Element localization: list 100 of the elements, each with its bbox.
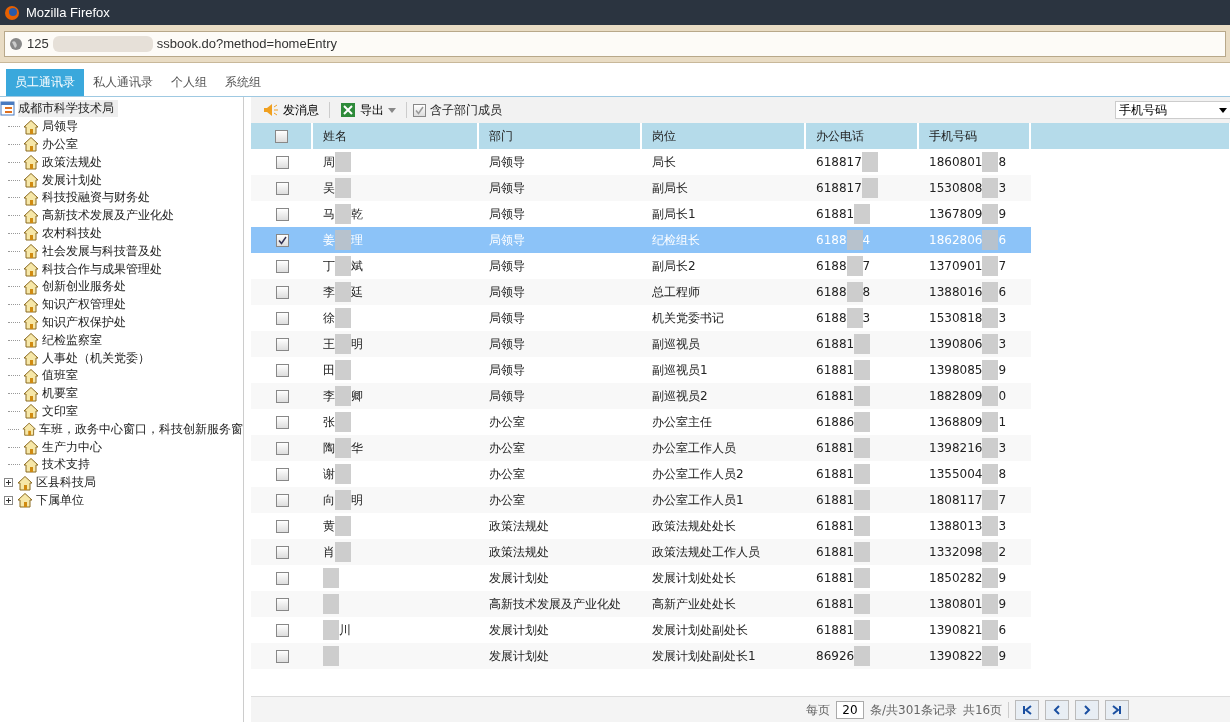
table-cell-text: 机关党委书记 [651, 309, 725, 327]
page-size-field[interactable]: 20 [836, 701, 864, 719]
tree-item[interactable]: 生产力中心 [42, 438, 102, 456]
tree-item[interactable]: 机要室 [42, 385, 78, 403]
checkbox[interactable] [275, 571, 289, 585]
next-page-button[interactable] [1075, 700, 1100, 720]
tree-item[interactable]: 政策法规处 [42, 153, 102, 171]
checkbox[interactable] [275, 493, 289, 507]
table-cell: 618817 [806, 149, 919, 175]
send-message-button[interactable]: 发消息 [259, 99, 323, 121]
table-cell-text: 办公室 [488, 465, 526, 483]
checkbox[interactable] [275, 623, 289, 637]
checkbox[interactable] [275, 389, 289, 403]
table-cell: 61881 [806, 487, 919, 513]
tree-item[interactable]: 办公室 [42, 136, 78, 153]
checkbox[interactable] [275, 519, 289, 533]
record-count: 条/共301条记录 [870, 701, 957, 719]
speaker-icon [263, 103, 279, 117]
tree-item[interactable]: 创新创业服务处 [42, 278, 126, 296]
table-cell: 政策法规处 [479, 539, 642, 565]
checkbox[interactable] [275, 233, 289, 247]
tree-item[interactable]: 区县科技局 [36, 474, 96, 492]
table-cell: 副局长 [642, 175, 806, 201]
tree-item[interactable]: 人事处（机关党委） [42, 349, 150, 367]
tree-item[interactable]: 成都市科学技术局 [18, 100, 118, 118]
table-cell: 6188 8 [806, 279, 919, 305]
last-page-button[interactable] [1105, 700, 1130, 720]
table-cell: 61881 [806, 591, 919, 617]
checkbox[interactable] [275, 363, 289, 377]
column-header[interactable]: 岗位 [642, 123, 806, 149]
checkbox[interactable] [275, 311, 289, 325]
checkbox[interactable] [275, 545, 289, 559]
tab[interactable]: 个人组 [162, 69, 216, 96]
expand-icon[interactable] [4, 495, 13, 505]
tree-item[interactable]: 技术支持 [42, 456, 90, 474]
table-cell: 6188 3 [806, 305, 919, 331]
column-header[interactable]: 手机号码 [919, 123, 1031, 149]
blur-block [323, 646, 339, 666]
table-cell-text: 发展计划处处长 [651, 569, 737, 587]
tree-item[interactable]: 科技投融资与财务处 [42, 189, 150, 207]
table-cell-text: 办公室工作人员2 [651, 465, 745, 483]
table-cell: 肖 [313, 539, 479, 565]
tab[interactable]: 私人通讯录 [84, 69, 162, 96]
checkbox[interactable] [275, 337, 289, 351]
checkbox[interactable] [275, 207, 289, 221]
checkbox[interactable] [275, 181, 289, 195]
house-icon [23, 225, 39, 242]
blur-block [323, 568, 339, 588]
house-icon [23, 332, 39, 349]
table-cell: 副巡视员 [642, 331, 806, 357]
table-cell: 1355004 8 [919, 461, 1031, 487]
table-cell-text: 政策法规处 [488, 517, 550, 535]
address-field[interactable]: 125 ssbook.do?method=homeEntry [4, 30, 1226, 57]
column-header[interactable]: 姓名 [313, 123, 479, 149]
checkbox[interactable] [275, 259, 289, 273]
checkbox[interactable] [275, 155, 289, 169]
checkbox[interactable] [275, 467, 289, 481]
column-header[interactable]: 办公电话 [806, 123, 919, 149]
table-cell: 1390821 6 [919, 617, 1031, 643]
first-page-button[interactable] [1015, 700, 1040, 720]
checkbox[interactable] [275, 649, 289, 663]
table-cell: 1368809 1 [919, 409, 1031, 435]
export-button[interactable]: 导出 [336, 99, 400, 121]
checkbox[interactable] [413, 103, 426, 117]
column-header[interactable]: 部门 [479, 123, 642, 149]
checkbox[interactable] [275, 415, 289, 429]
tree-item[interactable]: 知识产权保护处 [42, 313, 126, 331]
table-cell-text: 局领导 [488, 309, 526, 327]
table-cell: 谢 [313, 461, 479, 487]
tree-item[interactable]: 文印室 [42, 402, 78, 420]
checkbox[interactable] [275, 597, 289, 611]
table-cell: 高新技术发展及产业化处 [479, 591, 642, 617]
checkbox[interactable] [275, 285, 289, 299]
search-field-dropdown[interactable]: 手机号码 [1115, 101, 1230, 119]
table-cell-text: 发展计划处副处长 [651, 621, 749, 639]
table-cell: 王 明 [313, 331, 479, 357]
tree-item[interactable]: 车班，政务中心窗口，科技创新服务窗 [39, 420, 243, 438]
table-cell: 发展计划处副处长1 [642, 643, 806, 669]
checkbox[interactable] [274, 129, 288, 143]
tree-item[interactable]: 下属单位 [36, 491, 84, 509]
house-icon [23, 350, 39, 367]
expand-icon[interactable] [4, 478, 13, 488]
caret-icon [388, 107, 396, 113]
checkbox[interactable] [275, 441, 289, 455]
tab[interactable]: 系统组 [216, 69, 270, 96]
spreadsheet-icon [340, 102, 356, 118]
tree-item[interactable]: 高新技术发展及产业化处 [42, 207, 174, 225]
tree-item[interactable]: 社会发展与科技普及处 [42, 242, 162, 260]
house-icon [23, 367, 39, 384]
tree-item[interactable]: 局领导 [42, 118, 78, 136]
house-icon [23, 278, 39, 295]
previous-page-button[interactable] [1045, 700, 1070, 720]
tree-item[interactable]: 纪检监察室 [42, 331, 102, 349]
table-cell: 61881 [806, 357, 919, 383]
tree-item[interactable]: 知识产权管理处 [42, 296, 126, 314]
tree-item[interactable]: 发展计划处 [42, 171, 102, 189]
tree-item[interactable]: 农村科技处 [42, 224, 102, 242]
table-cell: 61881 [806, 435, 919, 461]
tree-item[interactable]: 值班室 [42, 367, 78, 385]
tree-item[interactable]: 科技合作与成果管理处 [42, 260, 162, 278]
